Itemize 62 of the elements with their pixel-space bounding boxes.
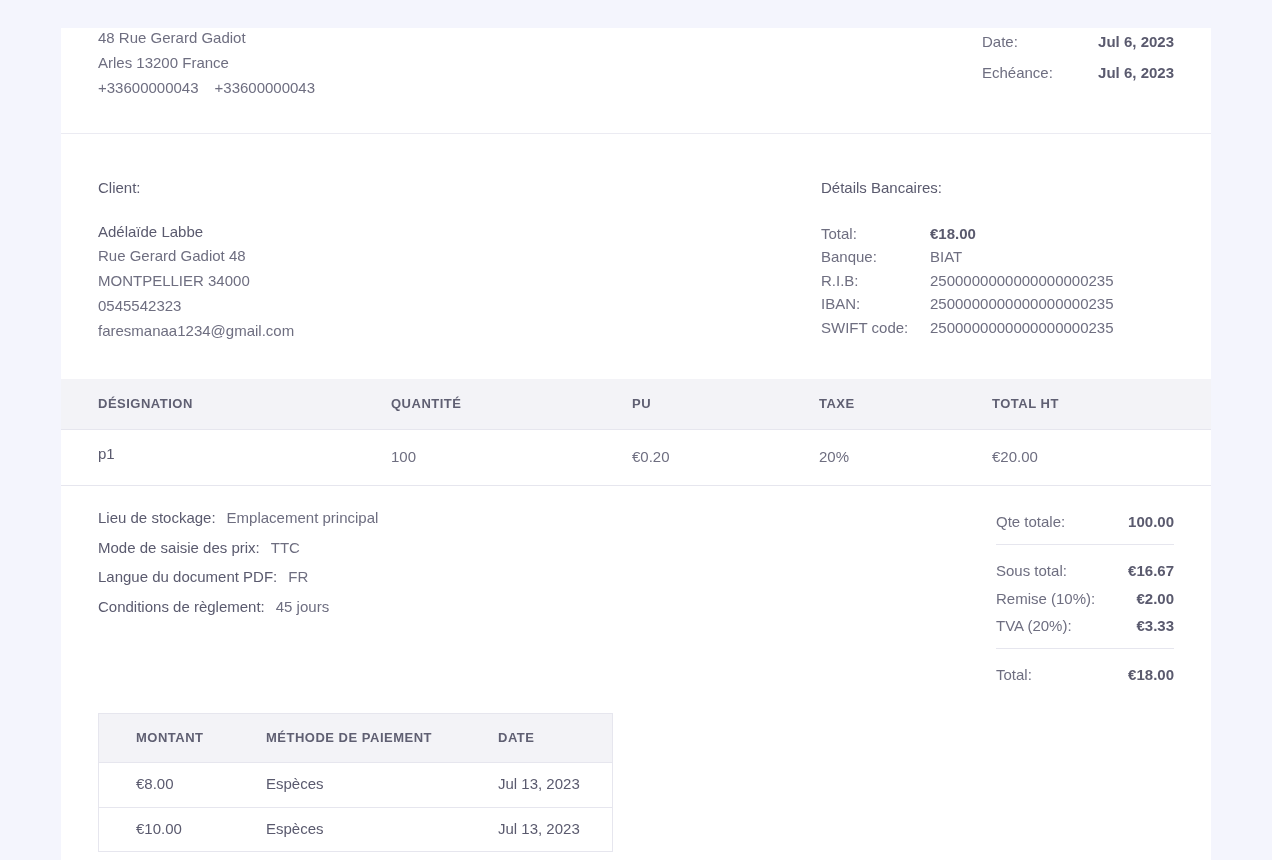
column-header: PU [632, 395, 653, 414]
bank-value: €18.00 [930, 223, 977, 244]
info-label: Mode de saisie des prix: [98, 537, 260, 558]
total-label: TVA (20%): [996, 616, 1072, 636]
bank-value: 2500000000000000000235 [930, 294, 1115, 314]
date-value: Jul 6, 2023 [1097, 62, 1174, 83]
table-cell-text: €0.20 [632, 447, 671, 468]
info-label: Conditions de règlement: [98, 596, 265, 617]
client-detail: Rue Gerard Gadiot 48 [98, 245, 247, 266]
info-label: Lieu de stockage: [98, 508, 216, 528]
bank-value: 2500000000000000000235 [930, 317, 1115, 338]
client-name: Adélaïde Labbe [98, 221, 205, 242]
address-line: Arles 13200 France [98, 53, 230, 73]
total-label: Total: [996, 665, 1032, 685]
total-value: €16.67 [1128, 561, 1174, 581]
total-label: Remise (10%): [996, 588, 1096, 608]
client-heading: Client: [98, 178, 142, 198]
bank-label: Total: [821, 223, 858, 244]
table-cell-text: 20% [819, 447, 851, 468]
bank-heading: Détails Bancaires: [821, 178, 943, 198]
total-value: €2.00 [1136, 588, 1174, 608]
client-detail: faresmanaa1234@gmail.com [98, 320, 295, 341]
column-header: TAXE [819, 395, 856, 414]
phone-number: +33600000043 [214, 78, 316, 98]
info-value: FR [288, 567, 309, 587]
column-header: DÉSIGNATION [98, 395, 194, 414]
address-line: 48 Rue Gerard Gadiot [98, 28, 247, 48]
table-cell-text: Jul 13, 2023 [498, 818, 581, 839]
total-label: Sous total: [996, 561, 1067, 581]
phone-number: +33600000043 [98, 78, 199, 98]
column-header: MÉTHODE DE PAIEMENT [266, 728, 433, 747]
table-cell-text: €10.00 [136, 818, 183, 839]
table-cell-text: Jul 13, 2023 [498, 774, 581, 795]
bank-value: 2500000000000000000235 [930, 270, 1115, 291]
bank-label: SWIFT code: [821, 317, 910, 338]
info-value: 45 jours [275, 596, 330, 617]
date-label: Echéance: [982, 62, 1054, 83]
bank-label: IBAN: [821, 294, 862, 314]
bank-label: R.I.B: [821, 270, 860, 291]
table-cell-text: €20.00 [992, 447, 1039, 468]
table-cell-text: p1 [98, 444, 116, 465]
table-cell-text: Espèces [266, 818, 325, 839]
info-value: TTC [270, 537, 300, 558]
date-value: Jul 6, 2023 [1097, 32, 1174, 52]
total-value: €18.00 [1128, 665, 1174, 685]
total-value: €3.33 [1136, 616, 1174, 636]
info-value: Emplacement principal [226, 508, 379, 528]
column-header: TOTAL HT [992, 395, 1060, 414]
column-header: QUANTITÉ [391, 395, 463, 414]
date-label: Date: [982, 32, 1019, 52]
table-cell-text: 100 [391, 447, 418, 468]
column-header: MONTANT [136, 728, 205, 747]
total-value: 100.00 [1128, 512, 1174, 532]
info-label: Langue du document PDF: [98, 567, 278, 587]
bank-label: Banque: [821, 247, 878, 267]
bank-value: BIAT [930, 247, 964, 267]
client-detail: 0545542323 [98, 295, 183, 316]
column-header: DATE [498, 728, 536, 747]
total-label: Qte totale: [996, 512, 1066, 532]
table-cell-text: Espèces [266, 774, 325, 795]
table-cell-text: €8.00 [136, 774, 175, 795]
client-detail: MONTPELLIER 34000 [98, 270, 251, 291]
